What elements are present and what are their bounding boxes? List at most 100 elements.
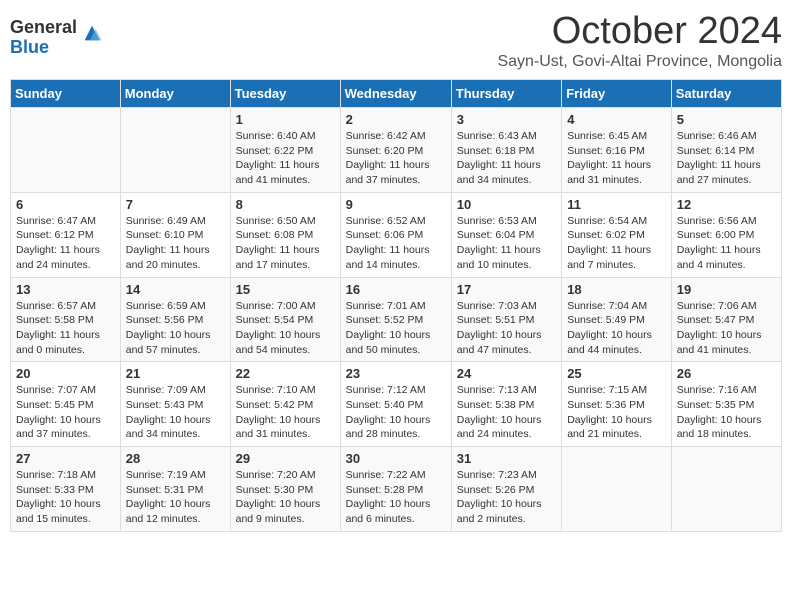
calendar-cell	[11, 108, 121, 193]
day-content: Sunrise: 7:07 AM Sunset: 5:45 PM Dayligh…	[16, 383, 115, 442]
calendar-cell: 7Sunrise: 6:49 AM Sunset: 6:10 PM Daylig…	[120, 192, 230, 277]
location-title: Sayn-Ust, Govi-Altai Province, Mongolia	[497, 53, 782, 71]
day-number: 14	[126, 282, 225, 297]
day-content: Sunrise: 7:03 AM Sunset: 5:51 PM Dayligh…	[457, 299, 556, 358]
day-content: Sunrise: 6:59 AM Sunset: 5:56 PM Dayligh…	[126, 299, 225, 358]
calendar-cell: 9 Sunrise: 6:52 AM Sunset: 6:06 PM Daylig…	[340, 192, 451, 277]
calendar-cell: 21 Sunrise: 7:09 AM Sunset: 5:43 PM Dayli…	[120, 362, 230, 447]
calendar-cell: 4Sunrise: 6:45 AM Sunset: 6:16 PM Daylig…	[562, 108, 672, 193]
day-number: 24	[457, 366, 556, 381]
day-number: 5	[677, 112, 776, 127]
day-content: Sunrise: 7:20 AM Sunset: 5:30 PM Dayligh…	[236, 468, 335, 527]
day-number: 6	[16, 197, 115, 212]
day-number: 11	[567, 197, 666, 212]
calendar-week-4: 20 Sunrise: 7:07 AM Sunset: 5:45 PM Dayli…	[11, 362, 782, 447]
header-thursday: Thursday	[451, 80, 561, 108]
calendar-cell: 5 Sunrise: 6:46 AM Sunset: 6:14 PM Daylig…	[671, 108, 781, 193]
header-row: SundayMondayTuesdayWednesdayThursdayFrid…	[11, 80, 782, 108]
day-content: Sunrise: 6:42 AM Sunset: 6:20 PM Dayligh…	[346, 129, 446, 188]
day-content: Sunrise: 7:13 AM Sunset: 5:38 PM Dayligh…	[457, 383, 556, 442]
day-number: 28	[126, 451, 225, 466]
calendar-cell: 24 Sunrise: 7:13 AM Sunset: 5:38 PM Dayli…	[451, 362, 561, 447]
logo-blue-text: Blue	[10, 38, 77, 58]
day-number: 4	[567, 112, 666, 127]
day-content: Sunrise: 6:47 AM Sunset: 6:12 PM Dayligh…	[16, 214, 115, 273]
day-number: 19	[677, 282, 776, 297]
calendar-cell: 18 Sunrise: 7:04 AM Sunset: 5:49 PM Dayli…	[562, 277, 672, 362]
calendar-cell: 13 Sunrise: 6:57 AM Sunset: 5:58 PM Dayli…	[11, 277, 121, 362]
calendar-cell: 8Sunrise: 6:50 AM Sunset: 6:08 PM Daylig…	[230, 192, 340, 277]
day-number: 15	[236, 282, 335, 297]
calendar-cell: 31Sunrise: 7:23 AM Sunset: 5:26 PM Dayli…	[451, 447, 561, 532]
header-monday: Monday	[120, 80, 230, 108]
day-number: 13	[16, 282, 115, 297]
day-content: Sunrise: 6:49 AM Sunset: 6:10 PM Dayligh…	[126, 214, 225, 273]
calendar-week-1: 1 Sunrise: 6:40 AM Sunset: 6:22 PM Daylig…	[11, 108, 782, 193]
day-number: 26	[677, 366, 776, 381]
day-number: 22	[236, 366, 335, 381]
logo-icon	[81, 22, 103, 44]
day-number: 23	[346, 366, 446, 381]
day-content: Sunrise: 6:46 AM Sunset: 6:14 PM Dayligh…	[677, 129, 776, 188]
calendar-cell: 26Sunrise: 7:16 AM Sunset: 5:35 PM Dayli…	[671, 362, 781, 447]
calendar-cell: 27 Sunrise: 7:18 AM Sunset: 5:33 PM Dayli…	[11, 447, 121, 532]
day-number: 2	[346, 112, 446, 127]
calendar-cell	[562, 447, 672, 532]
page-header: General Blue October 2024 Sayn-Ust, Govi…	[10, 10, 782, 71]
day-number: 12	[677, 197, 776, 212]
calendar-cell: 12 Sunrise: 6:56 AM Sunset: 6:00 PM Dayli…	[671, 192, 781, 277]
day-content: Sunrise: 6:43 AM Sunset: 6:18 PM Dayligh…	[457, 129, 556, 188]
calendar-cell: 30 Sunrise: 7:22 AM Sunset: 5:28 PM Dayli…	[340, 447, 451, 532]
day-number: 18	[567, 282, 666, 297]
month-title: October 2024	[497, 10, 782, 53]
day-content: Sunrise: 7:12 AM Sunset: 5:40 PM Dayligh…	[346, 383, 446, 442]
day-content: Sunrise: 6:50 AM Sunset: 6:08 PM Dayligh…	[236, 214, 335, 273]
day-content: Sunrise: 6:40 AM Sunset: 6:22 PM Dayligh…	[236, 129, 335, 188]
calendar-cell: 23 Sunrise: 7:12 AM Sunset: 5:40 PM Dayli…	[340, 362, 451, 447]
day-number: 27	[16, 451, 115, 466]
title-area: October 2024 Sayn-Ust, Govi-Altai Provin…	[497, 10, 782, 71]
calendar-cell: 11 Sunrise: 6:54 AM Sunset: 6:02 PM Dayli…	[562, 192, 672, 277]
day-number: 29	[236, 451, 335, 466]
day-number: 30	[346, 451, 446, 466]
day-number: 21	[126, 366, 225, 381]
day-content: Sunrise: 6:56 AM Sunset: 6:00 PM Dayligh…	[677, 214, 776, 273]
day-number: 17	[457, 282, 556, 297]
day-content: Sunrise: 7:04 AM Sunset: 5:49 PM Dayligh…	[567, 299, 666, 358]
day-content: Sunrise: 7:00 AM Sunset: 5:54 PM Dayligh…	[236, 299, 335, 358]
day-content: Sunrise: 7:22 AM Sunset: 5:28 PM Dayligh…	[346, 468, 446, 527]
day-content: Sunrise: 7:10 AM Sunset: 5:42 PM Dayligh…	[236, 383, 335, 442]
logo-general-text: General	[10, 18, 77, 38]
calendar-week-5: 27 Sunrise: 7:18 AM Sunset: 5:33 PM Dayli…	[11, 447, 782, 532]
calendar-cell: 17 Sunrise: 7:03 AM Sunset: 5:51 PM Dayli…	[451, 277, 561, 362]
day-number: 20	[16, 366, 115, 381]
day-number: 1	[236, 112, 335, 127]
calendar-cell: 16Sunrise: 7:01 AM Sunset: 5:52 PM Dayli…	[340, 277, 451, 362]
header-sunday: Sunday	[11, 80, 121, 108]
calendar-cell: 3 Sunrise: 6:43 AM Sunset: 6:18 PM Daylig…	[451, 108, 561, 193]
day-number: 25	[567, 366, 666, 381]
day-content: Sunrise: 6:57 AM Sunset: 5:58 PM Dayligh…	[16, 299, 115, 358]
calendar-cell: 29 Sunrise: 7:20 AM Sunset: 5:30 PM Dayli…	[230, 447, 340, 532]
calendar-week-2: 6 Sunrise: 6:47 AM Sunset: 6:12 PM Daylig…	[11, 192, 782, 277]
day-content: Sunrise: 6:52 AM Sunset: 6:06 PM Dayligh…	[346, 214, 446, 273]
calendar-cell: 19 Sunrise: 7:06 AM Sunset: 5:47 PM Dayli…	[671, 277, 781, 362]
calendar-table: SundayMondayTuesdayWednesdayThursdayFrid…	[10, 79, 782, 532]
day-content: Sunrise: 7:06 AM Sunset: 5:47 PM Dayligh…	[677, 299, 776, 358]
calendar-cell	[120, 108, 230, 193]
calendar-cell: 6 Sunrise: 6:47 AM Sunset: 6:12 PM Daylig…	[11, 192, 121, 277]
day-number: 3	[457, 112, 556, 127]
header-tuesday: Tuesday	[230, 80, 340, 108]
calendar-cell: 1 Sunrise: 6:40 AM Sunset: 6:22 PM Daylig…	[230, 108, 340, 193]
day-content: Sunrise: 7:18 AM Sunset: 5:33 PM Dayligh…	[16, 468, 115, 527]
day-number: 10	[457, 197, 556, 212]
day-content: Sunrise: 6:54 AM Sunset: 6:02 PM Dayligh…	[567, 214, 666, 273]
header-friday: Friday	[562, 80, 672, 108]
day-content: Sunrise: 7:15 AM Sunset: 5:36 PM Dayligh…	[567, 383, 666, 442]
day-number: 16	[346, 282, 446, 297]
calendar-week-3: 13 Sunrise: 6:57 AM Sunset: 5:58 PM Dayli…	[11, 277, 782, 362]
logo: General Blue	[10, 18, 103, 58]
day-content: Sunrise: 7:09 AM Sunset: 5:43 PM Dayligh…	[126, 383, 225, 442]
calendar-cell: 2 Sunrise: 6:42 AM Sunset: 6:20 PM Daylig…	[340, 108, 451, 193]
day-number: 9	[346, 197, 446, 212]
